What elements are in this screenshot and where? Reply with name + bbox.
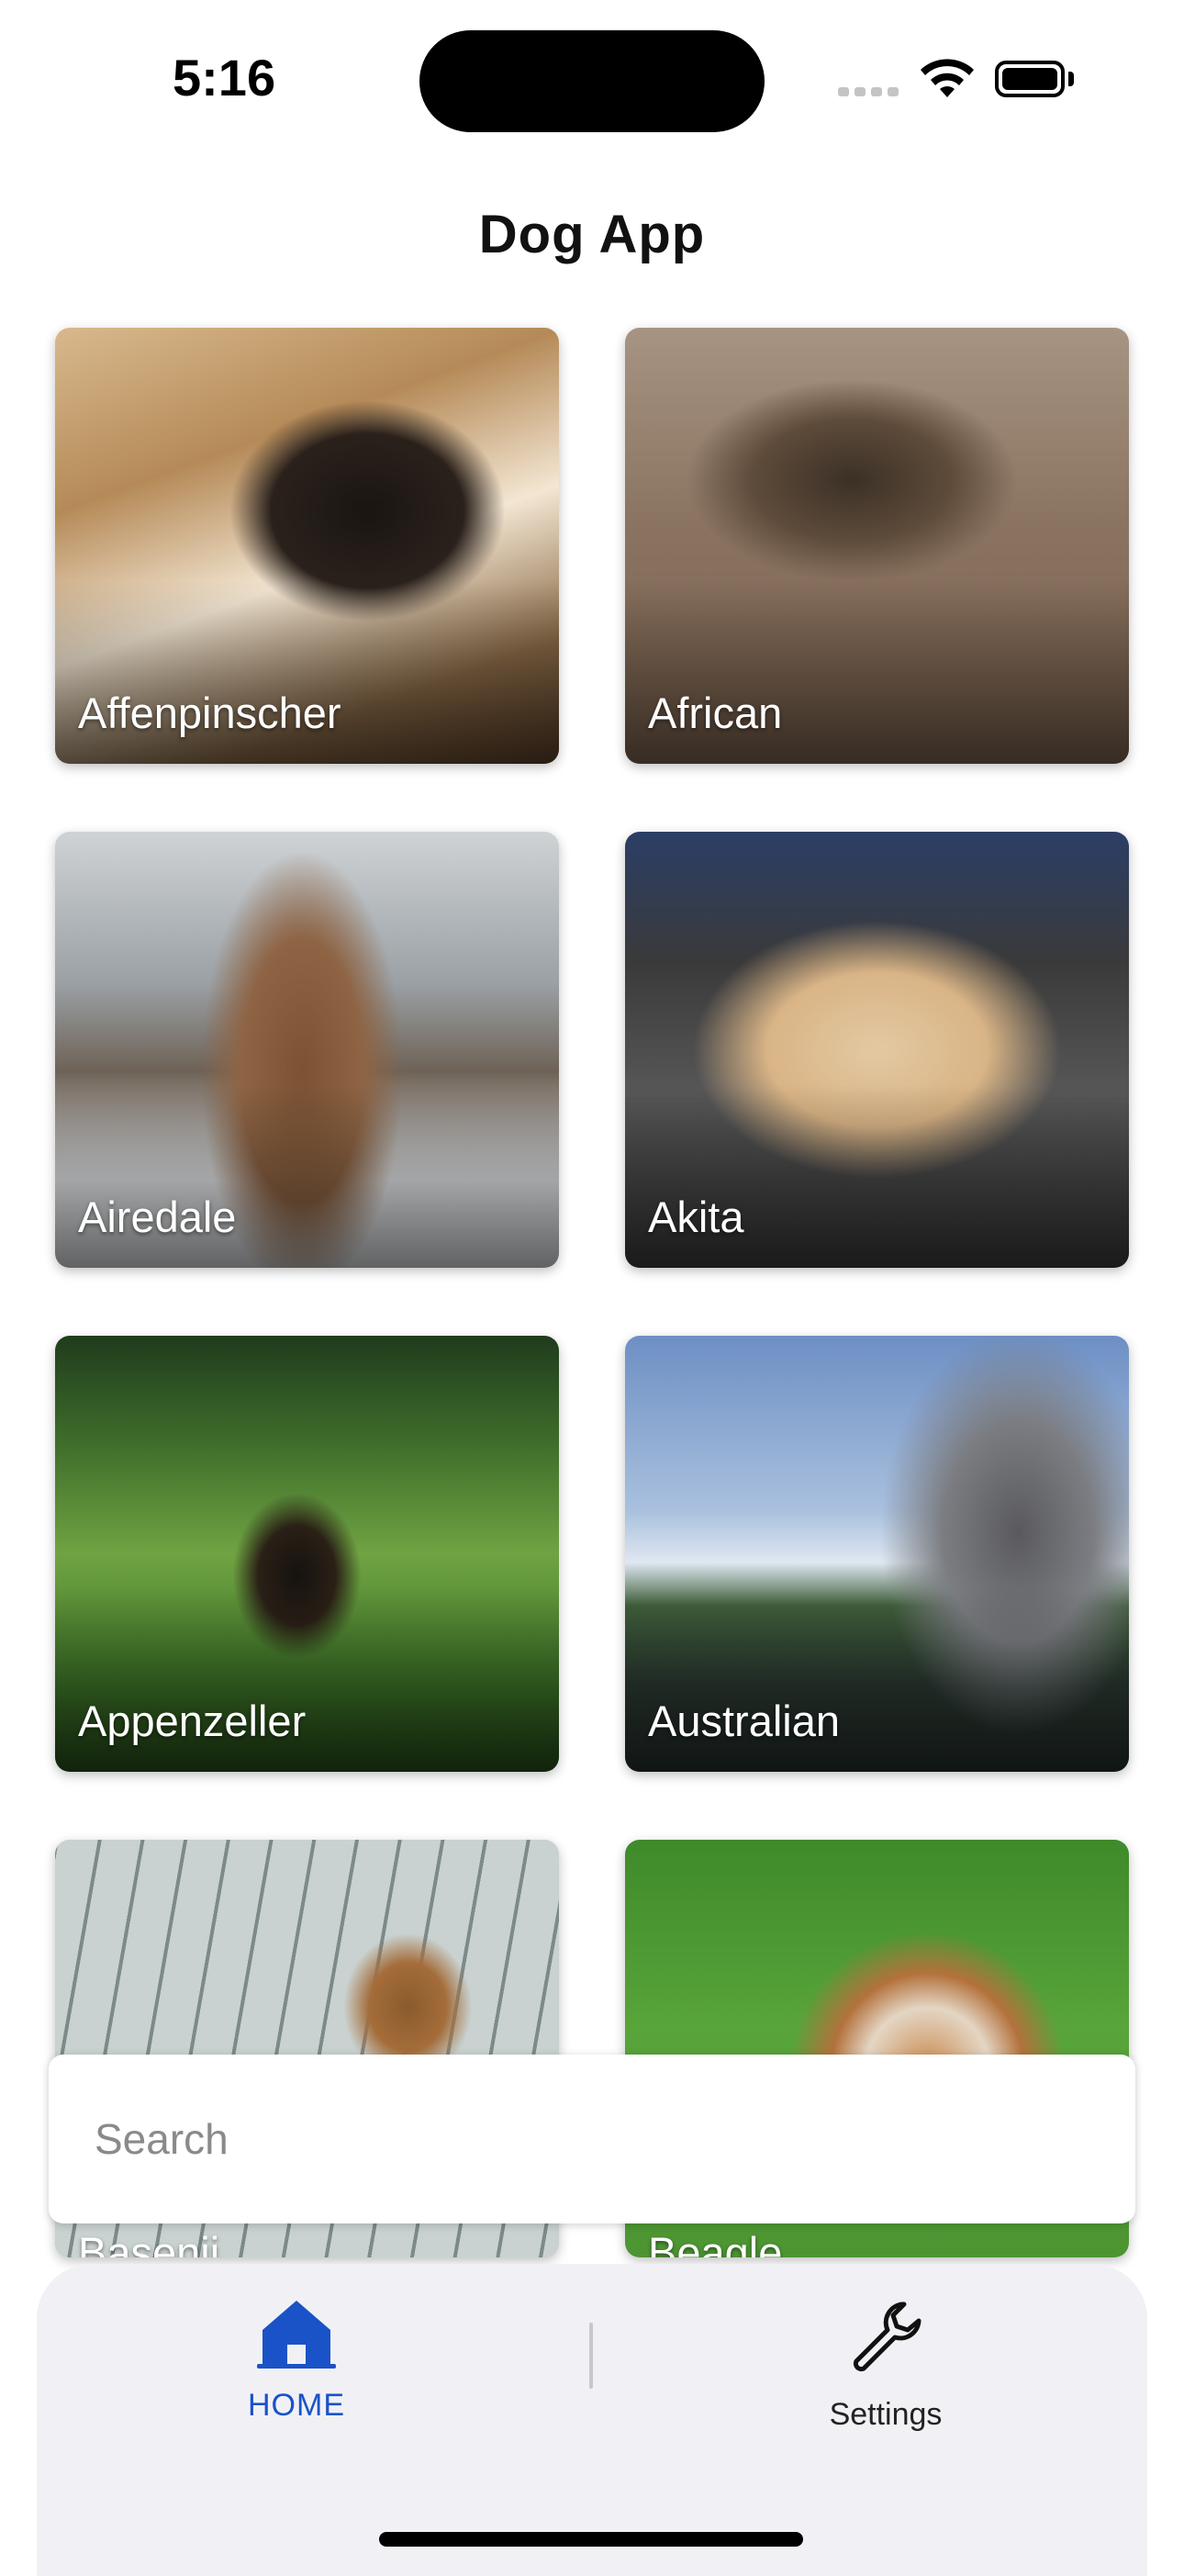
breed-card-appenzeller[interactable]: Appenzeller <box>55 1336 559 1772</box>
breed-card-akita[interactable]: Akita <box>625 832 1129 1268</box>
status-bar: 5:16 <box>0 0 1184 156</box>
tab-settings[interactable]: Settings <box>748 2297 1023 2433</box>
breed-name: Affenpinscher <box>78 689 341 737</box>
breed-name: Akita <box>648 1193 744 1241</box>
cellular-signal-icon <box>838 84 904 101</box>
breed-name: Beagle <box>648 2228 783 2257</box>
wifi-icon <box>921 59 974 97</box>
wrench-icon <box>853 2302 922 2372</box>
tab-label: HOME <box>248 2388 345 2423</box>
status-time: 5:16 <box>173 49 276 106</box>
dynamic-island <box>419 30 765 132</box>
page-title: Dog App <box>478 205 706 264</box>
breed-name: Australian <box>648 1697 840 1745</box>
breed-name: Basenji <box>78 2228 220 2257</box>
breed-card-australian[interactable]: Australian <box>625 1336 1129 1772</box>
tab-bar: HOME Settings <box>37 2264 1147 2576</box>
breed-card-affenpinscher[interactable]: Affenpinscher <box>55 328 559 764</box>
tab-label: Settings <box>829 2397 943 2432</box>
breed-name: African <box>648 689 783 737</box>
tab-divider <box>589 2323 593 2389</box>
home-indicator <box>379 2532 803 2547</box>
search-input[interactable] <box>49 2055 1135 2223</box>
battery-icon <box>995 61 1074 97</box>
breed-name: Appenzeller <box>78 1697 307 1745</box>
breed-card-african[interactable]: African <box>625 328 1129 764</box>
breed-card-airedale[interactable]: Airedale <box>55 832 559 1268</box>
breed-name: Airedale <box>78 1193 237 1241</box>
tab-home[interactable]: HOME <box>159 2297 434 2424</box>
home-icon <box>257 2301 336 2369</box>
